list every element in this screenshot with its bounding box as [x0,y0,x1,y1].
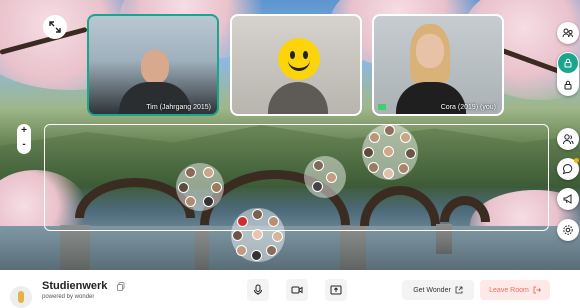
leave-room-label: Leave Room [489,286,529,294]
participant-avatar[interactable] [398,163,409,174]
gear-icon [563,225,573,235]
participant-avatar[interactable] [369,132,380,143]
external-link-icon [455,286,463,294]
participant-avatar[interactable] [313,160,324,171]
conversation-circle[interactable] [231,208,285,262]
participant-avatar[interactable] [211,182,222,193]
exit-icon [533,286,541,294]
bridge-pier [195,228,209,270]
smiley-eye [303,51,308,59]
participant-avatar[interactable] [384,125,395,136]
conversation-circle[interactable] [362,124,418,180]
participant-body [268,82,328,114]
participant-avatar[interactable] [326,172,337,183]
zoom-control: + - [17,124,31,154]
smiley-emoji [278,38,320,80]
participant-name: Cora (2019) (you) [440,104,496,111]
participant-head [141,50,169,84]
microphone-button[interactable] [247,279,269,301]
lock-icon [564,58,572,68]
participant-avatar[interactable] [312,181,323,192]
participant-avatar[interactable] [368,162,379,173]
conversation-circle[interactable] [304,156,346,198]
participant-avatar[interactable] [236,245,247,256]
notification-dot [574,158,579,163]
camera-icon [291,286,303,294]
participant-avatar[interactable] [383,168,394,179]
room-logo [10,286,32,308]
participant-avatar[interactable] [363,147,374,158]
expand-icon [49,21,61,33]
participant-avatar[interactable] [268,216,279,227]
camera-button[interactable] [286,279,308,301]
room-title: Studienwerk [42,280,108,292]
unlock-icon [564,80,572,90]
participant-avatar[interactable] [400,132,411,143]
lock-button[interactable] [558,53,578,73]
participant-avatar[interactable] [203,167,214,178]
participant-avatar[interactable] [383,146,394,157]
bridge-pier [60,225,90,270]
screen-share-button[interactable] [325,279,347,301]
video-tile-cora[interactable]: Cora (2019) (you) [372,14,504,116]
microphone-icon [254,284,262,295]
participant-avatar[interactable] [185,196,196,207]
smiley-mouth [288,60,310,71]
participants-list-button[interactable] [557,128,579,150]
megaphone-icon [563,194,572,204]
unlock-button[interactable] [558,75,578,95]
participant-avatar[interactable] [252,229,263,240]
participant-name: Tim (Jahrgang 2015) [146,104,211,111]
chat-button[interactable] [557,158,579,180]
settings-button[interactable] [557,219,579,241]
video-tile-anonymous[interactable] [230,14,362,116]
participant-avatar[interactable] [185,167,196,178]
participants-count-button[interactable] [557,22,579,44]
conversation-circle[interactable] [176,163,224,211]
broadcast-button[interactable] [557,188,579,210]
expand-button[interactable] [43,15,67,39]
screen-share-icon [330,285,342,295]
video-tile-tim[interactable]: Tim (Jahrgang 2015) [87,14,219,116]
participant-avatar[interactable] [237,216,248,227]
room-canvas[interactable]: Tim (Jahrgang 2015) Cora (2019) (you) + … [0,0,580,270]
chat-bubble-icon [562,163,573,175]
get-wonder-button[interactable]: Get Wonder [402,280,474,300]
get-wonder-label: Get Wonder [413,286,451,294]
audio-level-indicator [378,104,386,110]
participant-avatar[interactable] [251,250,262,261]
people-icon [562,28,573,38]
bridge-pier [340,226,366,270]
participant-avatar[interactable] [178,182,189,193]
leave-room-button[interactable]: Leave Room [480,280,550,300]
participant-avatar[interactable] [232,230,243,241]
room-area-frame [44,124,549,231]
participant-avatar[interactable] [203,196,214,207]
participant-avatar[interactable] [252,209,263,220]
participant-avatar[interactable] [405,148,416,159]
zoom-out-button[interactable]: - [17,138,31,152]
room-lock-toggle[interactable] [557,52,579,96]
people-icon [563,134,574,145]
participant-head [416,34,444,68]
powered-by-text: powered by wonder [42,294,95,300]
zoom-in-button[interactable]: + [17,124,31,138]
smiley-eye [290,51,295,59]
copy-icon[interactable] [117,282,125,291]
participant-avatar[interactable] [272,231,283,242]
participant-avatar[interactable] [266,245,277,256]
logo-figure [18,291,24,303]
